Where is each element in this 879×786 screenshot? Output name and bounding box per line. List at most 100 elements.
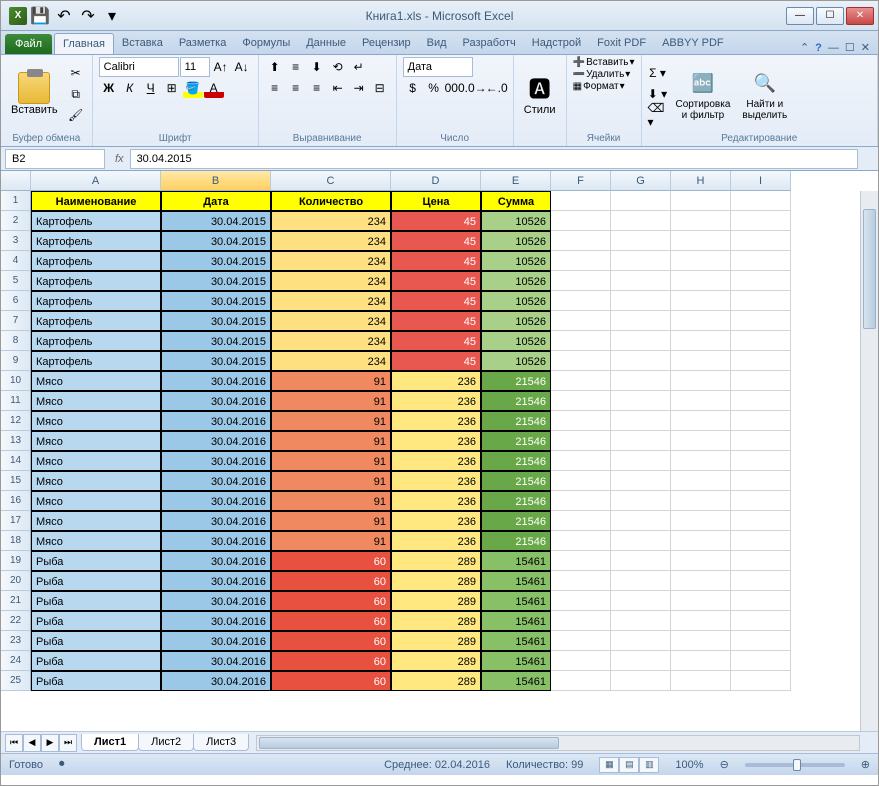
- data-cell[interactable]: 15461: [481, 631, 551, 651]
- header-cell[interactable]: Количество: [271, 191, 391, 211]
- empty-cell[interactable]: [551, 651, 611, 671]
- data-cell[interactable]: 10526: [481, 331, 551, 351]
- ribbon-tab[interactable]: Foxit PDF: [589, 33, 654, 54]
- data-cell[interactable]: 91: [271, 491, 391, 511]
- underline-button[interactable]: Ч: [141, 78, 161, 98]
- empty-cell[interactable]: [611, 391, 671, 411]
- data-cell[interactable]: 91: [271, 531, 391, 551]
- data-cell[interactable]: 21546: [481, 471, 551, 491]
- row-header[interactable]: 24: [1, 651, 31, 671]
- column-header[interactable]: H: [671, 171, 731, 191]
- data-cell[interactable]: 60: [271, 611, 391, 631]
- empty-cell[interactable]: [671, 571, 731, 591]
- empty-cell[interactable]: [731, 491, 791, 511]
- empty-cell[interactable]: [611, 651, 671, 671]
- data-cell[interactable]: 45: [391, 311, 481, 331]
- empty-cell[interactable]: [671, 591, 731, 611]
- empty-cell[interactable]: [731, 231, 791, 251]
- empty-cell[interactable]: [551, 351, 611, 371]
- empty-cell[interactable]: [671, 531, 731, 551]
- data-cell[interactable]: 10526: [481, 251, 551, 271]
- copy-button[interactable]: ⧉: [66, 84, 86, 104]
- empty-cell[interactable]: [731, 431, 791, 451]
- data-cell[interactable]: 10526: [481, 231, 551, 251]
- row-header[interactable]: 25: [1, 671, 31, 691]
- data-cell[interactable]: 60: [271, 551, 391, 571]
- merge-button[interactable]: ⊟: [370, 78, 390, 98]
- data-cell[interactable]: 30.04.2016: [161, 671, 271, 691]
- data-cell[interactable]: 234: [271, 271, 391, 291]
- data-cell[interactable]: 10526: [481, 271, 551, 291]
- horizontal-scroll-thumb[interactable]: [259, 737, 559, 749]
- empty-cell[interactable]: [611, 311, 671, 331]
- decrease-font-button[interactable]: A↓: [232, 57, 252, 77]
- row-header[interactable]: 5: [1, 271, 31, 291]
- ribbon-tab[interactable]: Рецензир: [354, 33, 419, 54]
- align-left-button[interactable]: ≡: [265, 78, 285, 98]
- data-cell[interactable]: 45: [391, 291, 481, 311]
- data-cell[interactable]: Рыба: [31, 651, 161, 671]
- data-cell[interactable]: 234: [271, 211, 391, 231]
- empty-cell[interactable]: [671, 611, 731, 631]
- data-cell[interactable]: 15461: [481, 671, 551, 691]
- data-cell[interactable]: 30.04.2016: [161, 631, 271, 651]
- data-cell[interactable]: 234: [271, 351, 391, 371]
- empty-cell[interactable]: [671, 211, 731, 231]
- empty-cell[interactable]: [731, 451, 791, 471]
- data-cell[interactable]: 234: [271, 251, 391, 271]
- doc-close-button[interactable]: ✕: [861, 41, 870, 54]
- data-cell[interactable]: Мясо: [31, 431, 161, 451]
- data-cell[interactable]: 15461: [481, 651, 551, 671]
- empty-cell[interactable]: [551, 491, 611, 511]
- empty-cell[interactable]: [551, 191, 611, 211]
- empty-cell[interactable]: [731, 251, 791, 271]
- empty-cell[interactable]: [551, 571, 611, 591]
- file-tab[interactable]: Файл: [5, 34, 52, 54]
- data-cell[interactable]: 289: [391, 611, 481, 631]
- align-top-button[interactable]: ⬆: [265, 57, 285, 77]
- data-cell[interactable]: 60: [271, 651, 391, 671]
- data-cell[interactable]: 30.04.2016: [161, 511, 271, 531]
- column-header[interactable]: B: [161, 171, 271, 191]
- data-cell[interactable]: 236: [391, 511, 481, 531]
- row-header[interactable]: 1: [1, 191, 31, 211]
- data-cell[interactable]: 91: [271, 471, 391, 491]
- empty-cell[interactable]: [611, 511, 671, 531]
- data-cell[interactable]: Рыба: [31, 591, 161, 611]
- data-cell[interactable]: 30.04.2016: [161, 371, 271, 391]
- data-cell[interactable]: 236: [391, 451, 481, 471]
- bold-button[interactable]: Ж: [99, 78, 119, 98]
- data-cell[interactable]: 289: [391, 671, 481, 691]
- data-cell[interactable]: 21546: [481, 511, 551, 531]
- empty-cell[interactable]: [671, 551, 731, 571]
- empty-cell[interactable]: [611, 191, 671, 211]
- data-cell[interactable]: 21546: [481, 451, 551, 471]
- empty-cell[interactable]: [671, 431, 731, 451]
- data-cell[interactable]: 45: [391, 271, 481, 291]
- empty-cell[interactable]: [671, 411, 731, 431]
- data-cell[interactable]: 15461: [481, 591, 551, 611]
- empty-cell[interactable]: [551, 671, 611, 691]
- data-cell[interactable]: Картофель: [31, 231, 161, 251]
- empty-cell[interactable]: [611, 331, 671, 351]
- empty-cell[interactable]: [671, 251, 731, 271]
- data-cell[interactable]: 45: [391, 211, 481, 231]
- data-cell[interactable]: 10526: [481, 311, 551, 331]
- data-cell[interactable]: 236: [391, 471, 481, 491]
- empty-cell[interactable]: [671, 511, 731, 531]
- data-cell[interactable]: 91: [271, 451, 391, 471]
- insert-cells-button[interactable]: ➕Вставить ▾: [573, 57, 635, 68]
- orientation-button[interactable]: ⟲: [328, 57, 348, 77]
- data-cell[interactable]: 60: [271, 571, 391, 591]
- data-cell[interactable]: 30.04.2015: [161, 311, 271, 331]
- empty-cell[interactable]: [671, 291, 731, 311]
- find-select-button[interactable]: 🔍 Найти и выделить: [738, 65, 791, 123]
- data-cell[interactable]: 10526: [481, 211, 551, 231]
- empty-cell[interactable]: [611, 591, 671, 611]
- data-cell[interactable]: 289: [391, 651, 481, 671]
- empty-cell[interactable]: [611, 371, 671, 391]
- select-all-corner[interactable]: [1, 171, 31, 191]
- styles-button[interactable]: 🅰 Стили: [520, 70, 560, 118]
- data-cell[interactable]: Картофель: [31, 291, 161, 311]
- wrap-text-button[interactable]: ↵: [349, 57, 369, 77]
